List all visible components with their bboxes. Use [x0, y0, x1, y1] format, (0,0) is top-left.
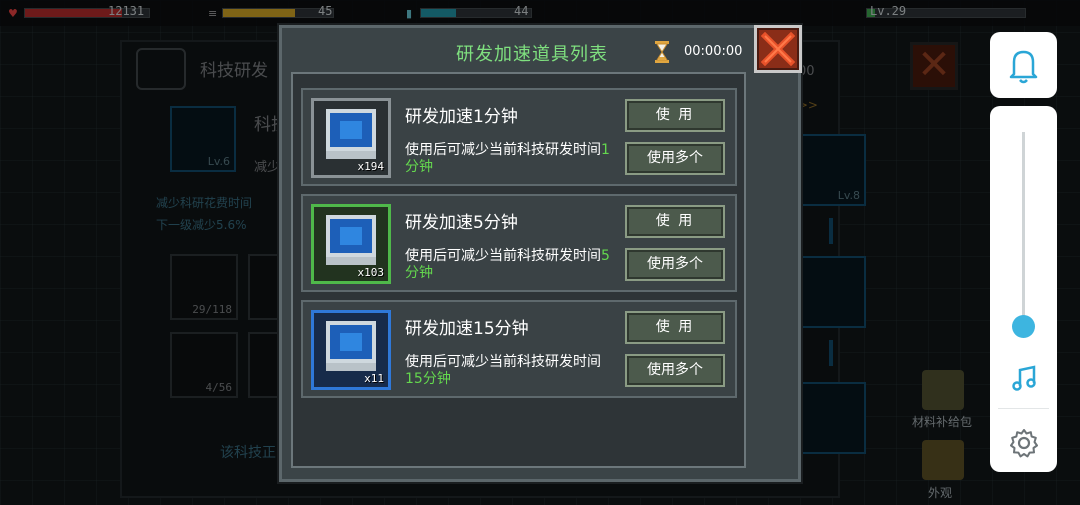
use-button[interactable]: 使 用	[625, 205, 725, 238]
item-count: x11	[364, 372, 384, 385]
item-name: 研发加速5分钟	[405, 213, 518, 233]
item-description: 使用后可减少当前科技研发时间5分钟	[405, 248, 610, 281]
dialog-title: 研发加速道具列表	[456, 44, 608, 65]
item-name: 研发加速15分钟	[405, 319, 529, 339]
notification-toggle[interactable]	[990, 32, 1057, 98]
speedup-item-dialog: 研发加速道具列表 00:00:00 x194 研发加速1分钟 使用后可减少当前科…	[279, 25, 802, 482]
volume-panel	[990, 106, 1057, 472]
item-list[interactable]: x194 研发加速1分钟 使用后可减少当前科技研发时间1分钟 使 用 使用多个 …	[291, 72, 746, 468]
divider	[998, 408, 1049, 409]
close-icon	[761, 32, 795, 66]
use-multiple-button[interactable]: 使用多个	[625, 142, 725, 175]
use-button[interactable]: 使 用	[625, 99, 725, 132]
item-count: x194	[357, 160, 385, 173]
dialog-header: 研发加速道具列表 00:00:00	[282, 25, 802, 73]
speedup-chip-icon: x11	[311, 310, 391, 390]
list-item: x194 研发加速1分钟 使用后可减少当前科技研发时间1分钟 使 用 使用多个	[301, 88, 737, 186]
close-button[interactable]	[754, 25, 802, 73]
speedup-chip-icon: x194	[311, 98, 391, 178]
music-note-icon[interactable]	[1009, 364, 1039, 394]
use-multiple-button[interactable]: 使用多个	[625, 354, 725, 387]
list-item: x103 研发加速5分钟 使用后可减少当前科技研发时间5分钟 使 用 使用多个	[301, 194, 737, 292]
item-description: 使用后可减少当前科技研发时间1分钟	[405, 142, 610, 175]
item-description: 使用后可减少当前科技研发时间15分钟	[405, 354, 601, 387]
gear-icon[interactable]	[1008, 427, 1040, 459]
speedup-chip-icon: x103	[311, 204, 391, 284]
list-item: x11 研发加速15分钟 使用后可减少当前科技研发时间15分钟 使 用 使用多个	[301, 300, 737, 398]
volume-slider-knob[interactable]	[1012, 314, 1035, 338]
bell-icon	[1009, 50, 1038, 84]
item-count: x103	[357, 266, 385, 279]
use-multiple-button[interactable]: 使用多个	[625, 248, 725, 281]
use-button[interactable]: 使 用	[625, 311, 725, 344]
volume-slider-track[interactable]	[1022, 132, 1025, 326]
timer-text: 00:00:00	[684, 44, 743, 59]
item-name: 研发加速1分钟	[405, 107, 518, 127]
hourglass-icon	[655, 41, 669, 63]
